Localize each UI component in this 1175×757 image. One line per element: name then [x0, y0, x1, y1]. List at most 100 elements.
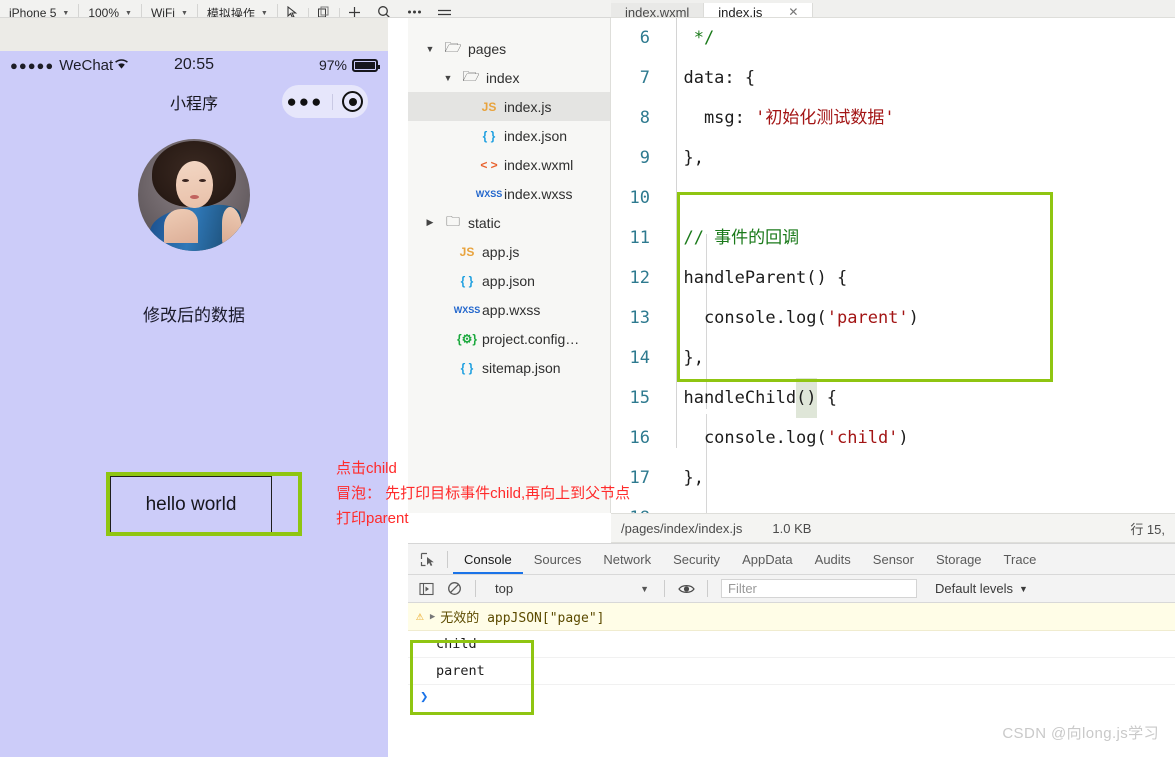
toggle-sidebar-icon[interactable] [414, 578, 438, 600]
tree-node-app-wxss[interactable]: WXSS app.wxss [408, 295, 610, 324]
code-text: handleChild [663, 388, 797, 408]
watermark: CSDN @向long.js学习 [1002, 725, 1159, 742]
tree-node-index-folder[interactable]: ▼ 🗁 index [408, 63, 610, 92]
code-text: data: { [663, 68, 756, 88]
code-line: 8 msg: '初始化测试数据' [611, 98, 1175, 138]
tab-console[interactable]: Console [453, 544, 523, 574]
twisty-icon[interactable]: ▼ [440, 73, 456, 83]
inspect-element-icon[interactable] [412, 544, 442, 574]
tab-sensor[interactable]: Sensor [862, 544, 925, 574]
simulate-action-selector[interactable]: 模拟操作 ▼ [198, 4, 278, 17]
network-selector[interactable]: WiFi ▼ [142, 4, 198, 18]
code-line: 15 handleChild() { [611, 378, 1175, 418]
log-level-label: Default levels [935, 581, 1014, 596]
tree-node-index-js[interactable]: JS index.js [408, 92, 610, 121]
capsule-button[interactable]: ●●● [282, 85, 368, 118]
tab-audits[interactable]: Audits [804, 544, 862, 574]
json-file-icon: { } [460, 273, 474, 288]
context-selector[interactable]: top ▼ [487, 578, 655, 600]
tab-index-js[interactable]: index.js ✕ [704, 3, 814, 17]
config-file-icon: {⚙} [456, 331, 478, 346]
twisty-icon[interactable]: ▼ [422, 44, 438, 54]
tree-node-pages[interactable]: ▼ 🗁 pages [408, 34, 610, 63]
divider [707, 580, 708, 597]
eye-icon[interactable] [674, 578, 698, 600]
tab-storage[interactable]: Storage [925, 544, 993, 574]
tab-trace[interactable]: Trace [993, 544, 1048, 574]
tree-node-project-config[interactable]: {⚙} project.config… [408, 324, 610, 353]
code-editor[interactable]: index.wxml index.js ✕ 6 */ 7 data: { 8 m… [611, 0, 1175, 513]
code-string: '初始化测试数据' [755, 108, 895, 128]
close-target-icon[interactable] [342, 91, 364, 112]
tab-index-wxml[interactable]: index.wxml [611, 3, 705, 17]
annotation-line-1: 点击child [336, 460, 397, 477]
menu-dots-icon[interactable]: ●●● [287, 93, 324, 110]
filter-input[interactable]: Filter [721, 579, 917, 598]
expand-arrow-icon[interactable]: ▶ [430, 612, 435, 622]
phone-screen[interactable]: ●●●●● WeChat 20:55 97% 小程序 ●●● 修改后的数据 he… [0, 51, 388, 757]
hello-world-button[interactable]: hello world [110, 476, 272, 533]
annotation-line-3: 打印parent [336, 510, 409, 527]
code-text: }, [663, 468, 704, 488]
console-warning-row[interactable]: ⚠ ▶ 无效的 appJSON["page"] [408, 603, 1175, 631]
tree-node-label: sitemap.json [482, 359, 561, 376]
zoom-selector[interactable]: 100% ▼ [79, 4, 142, 17]
search-icon[interactable] [370, 3, 400, 17]
page-title: 小程序 [169, 96, 218, 113]
code-text: msg: [663, 108, 756, 128]
code-line: 17 }, [611, 458, 1175, 498]
js-file-icon: JS [459, 244, 475, 259]
avatar [138, 139, 250, 251]
file-path-label: /pages/index/index.js [621, 520, 743, 536]
tab-security[interactable]: Security [662, 544, 731, 574]
close-icon[interactable]: ✕ [788, 5, 798, 17]
code-line: 18 [611, 498, 1175, 513]
tree-node-app-js[interactable]: JS app.js [408, 237, 610, 266]
code-line: 12 handleParent() { [611, 258, 1175, 298]
device-selector[interactable]: iPhone 5 ▼ [0, 4, 80, 18]
code-comment: // 事件的回调 [663, 228, 800, 248]
simulator-panel: ●●●●● WeChat 20:55 97% 小程序 ●●● 修改后的数据 he… [0, 18, 388, 757]
cursor-icon[interactable] [278, 3, 308, 17]
file-tree[interactable]: ▼ 🗁 pages ▼ 🗁 index JS index.js { } inde… [408, 18, 611, 513]
tree-node-static[interactable]: ▶ 🗀 static [408, 208, 610, 237]
code-area[interactable]: 6 */ 7 data: { 8 msg: '初始化测试数据' 9 }, 10 [611, 18, 1175, 513]
code-text: console.log( [663, 308, 827, 328]
console-warning-text: 无效的 appJSON["page"] [440, 611, 605, 626]
line-number: 16 [629, 428, 650, 448]
add-icon[interactable] [340, 3, 370, 17]
copy-icon[interactable] [309, 3, 339, 17]
tree-node-app-json[interactable]: { } app.json [408, 266, 610, 295]
log-level-selector[interactable]: Default levels ▼ [935, 581, 1028, 596]
file-size-label: 1.0 KB [772, 520, 812, 536]
code-line: 14 }, [611, 338, 1175, 378]
json-file-icon: { } [482, 128, 496, 143]
code-text: ) [898, 428, 909, 448]
tree-node-index-json[interactable]: { } index.json [408, 121, 610, 150]
line-number: 12 [629, 268, 650, 288]
tree-node-index-wxml[interactable]: < > index.wxml [408, 150, 610, 179]
twisty-icon[interactable]: ▶ [422, 217, 438, 228]
more-icon[interactable] [400, 3, 430, 17]
tree-node-index-wxss[interactable]: WXSS index.wxss [408, 179, 610, 208]
chevron-down-icon: ▼ [1019, 583, 1028, 594]
tab-sources[interactable]: Sources [523, 544, 593, 574]
code-matching-bracket: () [796, 378, 817, 418]
cursor-position-label: 行 15, [1130, 521, 1165, 537]
console-prompt[interactable]: ❯ [408, 685, 1175, 709]
tree-node-label: pages [468, 40, 507, 57]
avatar-container [0, 139, 388, 251]
divider [664, 580, 665, 597]
signal-dots-icon: ●●●●● [10, 57, 55, 73]
clear-console-icon[interactable] [442, 578, 466, 600]
chevron-down-icon: ▼ [180, 9, 188, 17]
tab-appdata[interactable]: AppData [731, 544, 804, 574]
tree-node-sitemap-json[interactable]: { } sitemap.json [408, 353, 610, 382]
tree-node-label: app.wxss [482, 301, 541, 318]
menu-icon[interactable] [430, 3, 460, 17]
line-number: 9 [639, 148, 650, 168]
tree-node-label: index.wxss [504, 185, 573, 202]
tab-network[interactable]: Network [592, 544, 662, 574]
device-selector-label: iPhone 5 [9, 6, 57, 18]
network-selector-label: WiFi [150, 6, 175, 18]
